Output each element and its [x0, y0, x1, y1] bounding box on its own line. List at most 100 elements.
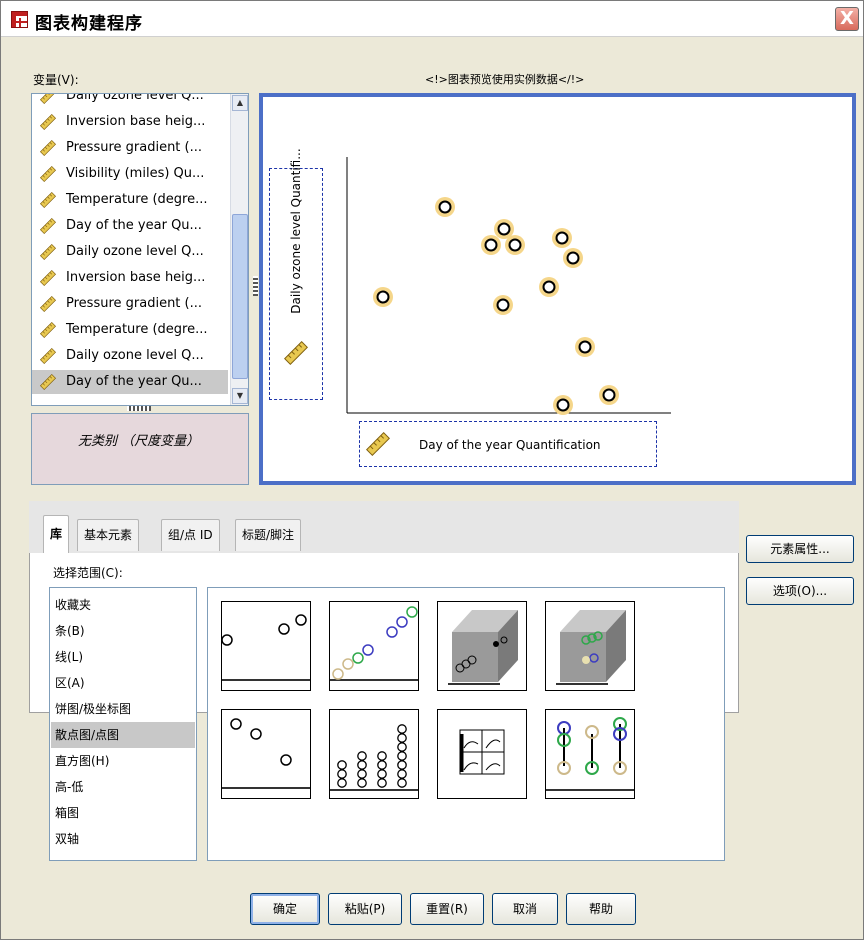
ruler-icon — [39, 114, 57, 130]
variable-list-scrollbar[interactable]: ▲ ▼ — [230, 94, 248, 405]
close-button[interactable]: X — [835, 7, 859, 31]
choose-from-label: 选择范围(C): — [53, 566, 123, 580]
tab-titles-footnotes[interactable]: 标题/脚注 — [235, 519, 302, 551]
reset-button[interactable]: 重置(R) — [410, 893, 484, 925]
variable-item[interactable]: Daily ozone level Q... — [32, 240, 228, 264]
grouped-scatter-thumbnail[interactable] — [329, 601, 419, 691]
variable-item-label: Daily ozone level Q... — [66, 93, 204, 103]
scatterplot-matrix-thumbnail[interactable] — [437, 709, 527, 799]
chart-type-item[interactable]: 区(A) — [51, 670, 195, 696]
chart-type-item[interactable]: 线(L) — [51, 644, 195, 670]
chart-type-item[interactable]: 直方图(H) — [51, 748, 195, 774]
x-axis-variable-label: Day of the year Quantification — [419, 438, 601, 452]
preview-point — [539, 277, 559, 297]
options-button[interactable]: 选项(O)... — [746, 577, 854, 605]
ok-button[interactable]: 确定 — [250, 893, 320, 925]
chart-type-item[interactable]: 条(B) — [51, 618, 195, 644]
variable-item-label: Day of the year Qu... — [66, 218, 202, 233]
3d-scatter-thumbnail[interactable] — [437, 601, 527, 691]
preview-point — [373, 287, 393, 307]
ruler-icon — [39, 218, 57, 234]
ruler-icon — [39, 296, 57, 312]
drop-line-thumbnail[interactable] — [545, 709, 635, 799]
variable-item-label: Temperature (degre... — [66, 192, 208, 207]
chart-type-item[interactable]: 饼图/极坐标图 — [51, 696, 195, 722]
variable-item-label: Daily ozone level Q... — [66, 244, 204, 259]
variable-item[interactable]: Pressure gradient (... — [32, 136, 228, 160]
preview-point — [481, 235, 501, 255]
scroll-up-arrow-icon[interactable]: ▲ — [232, 95, 248, 111]
preview-label: <!>图表预览使用实例数据</!> — [425, 73, 585, 86]
element-properties-button[interactable]: 元素属性... — [746, 535, 854, 563]
variable-item[interactable]: Inversion base heig... — [32, 266, 228, 290]
ruler-icon — [366, 432, 390, 456]
preview-point — [435, 197, 455, 217]
chart-type-item[interactable]: 收藏夹 — [51, 592, 195, 618]
category-info-panel: 无类别 （尺度变量） — [31, 413, 249, 485]
variable-item[interactable]: Day of the year Qu... — [32, 214, 228, 238]
help-button[interactable]: 帮助 — [566, 893, 636, 925]
ruler-icon — [284, 341, 308, 365]
preview-point — [493, 295, 513, 315]
chart-type-item[interactable]: 散点图/点图 — [51, 722, 195, 748]
chart-type-list[interactable]: 收藏夹 条(B) 线(L) 区(A) 饼图/极坐标图 散点图/点图 直方图(H) 高-低 箱图双… — [49, 587, 197, 861]
variable-item[interactable]: Temperature (degre... — [32, 188, 228, 212]
chart-builder-window: 图表构建程序 X 变量(V): Daily ozone level Q... In… — [0, 0, 864, 940]
ruler-icon — [39, 374, 57, 390]
preview-point — [553, 395, 573, 415]
chart-type-item[interactable]: 高-低 — [51, 774, 195, 800]
chart-type-item[interactable]: 双轴 — [51, 826, 195, 852]
preview-point — [505, 235, 525, 255]
variable-item-label: Pressure gradient (... — [66, 140, 203, 155]
horizontal-splitter-handle[interactable] — [127, 406, 151, 411]
gallery-thumbnails — [207, 587, 725, 861]
simple-scatter-thumbnail[interactable] — [221, 601, 311, 691]
close-icon: X — [840, 8, 854, 29]
preview-point — [563, 248, 583, 268]
variable-item[interactable]: Day of the year Qu... — [32, 370, 228, 394]
variable-item-label: Visibility (miles) Qu... — [66, 166, 205, 181]
variable-item[interactable]: Daily ozone level Q... — [32, 93, 228, 108]
ruler-icon — [39, 140, 57, 156]
ruler-icon — [39, 348, 57, 364]
no-category-text: 无类别 （尺度变量） — [78, 434, 200, 449]
preview-point — [575, 337, 595, 357]
chart-builder-app-icon — [11, 11, 28, 28]
variable-item-label: Temperature (degre... — [66, 322, 208, 337]
ruler-icon — [39, 244, 57, 260]
variable-item[interactable]: Pressure gradient (... — [32, 292, 228, 316]
ruler-icon — [39, 192, 57, 208]
preview-point — [599, 385, 619, 405]
3d-grouped-scatter-thumbnail[interactable] — [545, 601, 635, 691]
preview-point — [552, 228, 572, 248]
tab-basic-elements[interactable]: 基本元素 — [77, 519, 140, 551]
variable-item[interactable]: Inversion base heig... — [32, 110, 228, 134]
vertical-splitter-handle[interactable] — [253, 276, 258, 296]
variable-list[interactable]: Daily ozone level Q... Inversion base hei… — [31, 93, 249, 406]
paste-button[interactable]: 粘贴(P) — [328, 893, 402, 925]
window-title: 图表构建程序 — [35, 14, 143, 34]
title-bar: 图表构建程序 X — [1, 1, 863, 37]
variable-item-label: Inversion base heig... — [66, 270, 206, 285]
scrollbar-thumb[interactable] — [232, 214, 248, 379]
variable-item-label: Daily ozone level Q... — [66, 348, 204, 363]
ruler-icon — [39, 322, 57, 338]
y-axis-variable-label: Daily ozone level Quantifi... — [289, 148, 303, 314]
variable-item[interactable]: Daily ozone level Q... — [32, 344, 228, 368]
variable-item[interactable]: Temperature (degre... — [32, 318, 228, 342]
tab-groups-point-id[interactable]: 组/点 ID — [161, 519, 220, 551]
tab-gallery[interactable]: 库 — [43, 515, 70, 553]
cancel-button[interactable]: 取消 — [492, 893, 558, 925]
scroll-down-arrow-icon[interactable]: ▼ — [232, 388, 248, 404]
dot-plot-thumbnail[interactable] — [329, 709, 419, 799]
variables-label: 变量(V): — [33, 73, 79, 87]
variable-item[interactable]: Visibility (miles) Qu... — [32, 162, 228, 186]
variable-item-label: Inversion base heig... — [66, 114, 206, 129]
ruler-icon — [39, 270, 57, 286]
variable-item-label: Pressure gradient (... — [66, 296, 203, 311]
ruler-icon — [39, 94, 57, 104]
summary-point-thumbnail[interactable] — [221, 709, 311, 799]
variable-item-label: Day of the year Qu... — [66, 374, 202, 389]
chart-type-item[interactable]: 箱图 — [51, 800, 195, 826]
ruler-icon — [39, 166, 57, 182]
